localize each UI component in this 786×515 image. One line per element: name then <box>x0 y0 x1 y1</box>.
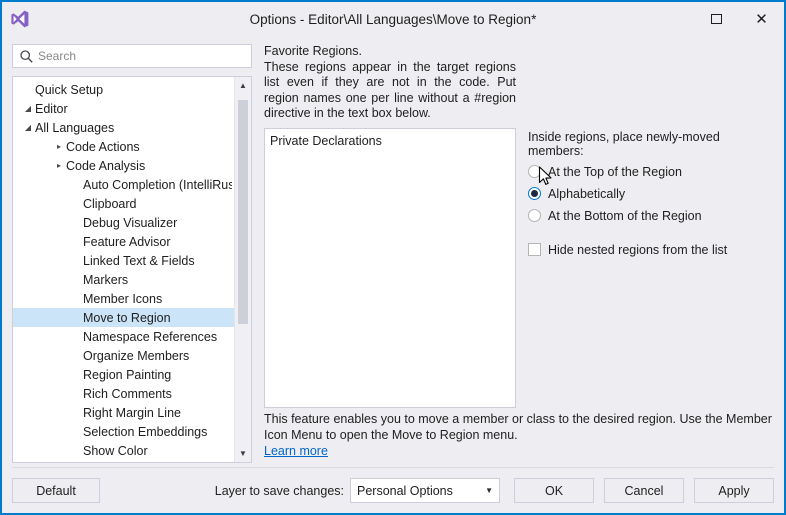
checkbox-icon-hide-nested[interactable] <box>528 243 541 256</box>
tree-item-organize-members[interactable]: Organize Members <box>13 346 234 365</box>
tree-item-linked-text-fields[interactable]: Linked Text & Fields <box>13 251 234 270</box>
expander-expanded-icon[interactable]: ◢ <box>21 123 35 132</box>
dialog-footer: Default Layer to save changes: Personal … <box>12 467 774 513</box>
tree-item-label: Quick Setup <box>35 82 104 97</box>
tree-item-namespace-references[interactable]: Namespace References <box>13 327 234 346</box>
tree-item-code-analysis[interactable]: ▸ Code Analysis <box>13 156 234 175</box>
tree-item-label: Editor <box>35 101 68 116</box>
ok-button[interactable]: OK <box>514 478 594 503</box>
close-button[interactable]: ✕ <box>739 4 784 34</box>
tree-item-label: Feature Advisor <box>83 234 171 249</box>
options-dialog-window: Options - Editor\All Languages\Move to R… <box>0 0 786 515</box>
apply-button[interactable]: Apply <box>694 478 774 503</box>
tree-item-debug-visualizer[interactable]: Debug Visualizer <box>13 213 234 232</box>
favorite-regions-body: These regions appear in the target regio… <box>264 59 516 121</box>
tree-item-label: Namespace References <box>83 329 218 344</box>
favorite-regions-title: Favorite Regions. <box>264 44 362 58</box>
expander-expanded-icon[interactable]: ◢ <box>21 104 35 113</box>
radio-option-alphabetically[interactable]: Alphabetically <box>528 183 774 205</box>
learn-more-link[interactable]: Learn more <box>264 444 328 458</box>
maximize-icon <box>711 14 722 24</box>
layer-select-value: Personal Options <box>357 483 453 498</box>
cancel-button[interactable]: Cancel <box>604 478 684 503</box>
left-pane: Quick Setup◢Editor◢All Languages▸Code Ac… <box>12 44 252 463</box>
layer-label: Layer to save changes: <box>214 483 344 498</box>
tree-item-label: Selection Embeddings <box>83 424 208 439</box>
expander-collapsed-icon[interactable]: ▸ <box>52 142 66 151</box>
tree-item-label: Region Painting <box>83 367 172 382</box>
tree-item-label: Debug Visualizer <box>83 215 178 230</box>
window-controls: ✕ <box>694 2 784 36</box>
scroll-up-button[interactable]: ▲ <box>235 77 251 94</box>
radio-option-bottom[interactable]: At the Bottom of the Region <box>528 205 774 227</box>
tree-item-right-margin-line[interactable]: Right Margin Line <box>13 403 234 422</box>
maximize-button[interactable] <box>694 4 739 34</box>
tree-item-selection-embeddings[interactable]: Selection Embeddings <box>13 422 234 441</box>
tree-item-code-actions[interactable]: ▸ Code Actions <box>13 137 234 156</box>
scroll-down-button[interactable]: ▼ <box>235 445 251 462</box>
tree-item-quick-setup[interactable]: Quick Setup <box>13 80 234 99</box>
layer-select[interactable]: Personal Options ▼ <box>350 478 500 503</box>
visual-studio-logo-icon <box>10 9 30 29</box>
tree-item-label: Organize Members <box>83 348 190 363</box>
tree-item-label: Code Analysis <box>66 158 146 173</box>
search-icon <box>19 49 34 64</box>
tree-item-structural-highlighting[interactable]: Structural Highlighting <box>13 460 234 462</box>
favorite-regions-description: Favorite Regions. These regions appear i… <box>264 44 516 122</box>
placement-options-heading: Inside regions, place newly-moved member… <box>528 129 720 158</box>
options-tree-list[interactable]: Quick Setup ◢ Editor ◢ All Languages ▸ Code Ac… <box>13 77 234 462</box>
tree-item-label: Move to Region <box>83 310 171 325</box>
feature-description-text: This feature enables you to move a membe… <box>264 412 772 442</box>
search-box[interactable] <box>12 44 252 68</box>
chevron-down-icon: ▼ <box>485 485 493 495</box>
tree-item-move-to-region[interactable]: Move to Region <box>13 308 234 327</box>
scrollbar-thumb[interactable] <box>238 100 248 324</box>
expander-collapsed-icon[interactable]: ▸ <box>52 161 66 170</box>
search-input[interactable] <box>38 49 247 63</box>
dialog-body: Quick Setup◢Editor◢All Languages▸Code Ac… <box>2 36 784 463</box>
tree-scrollbar[interactable]: ▲ ▼ <box>234 77 251 462</box>
hide-nested-regions-option[interactable]: Hide nested regions from the list <box>528 239 774 261</box>
tree-item-auto-completion-intellirush[interactable]: Auto Completion (IntelliRush) <box>13 175 234 194</box>
window-title: Options - Editor\All Languages\Move to R… <box>249 11 537 27</box>
scrollbar-track[interactable] <box>235 94 251 445</box>
tree-item-rich-comments[interactable]: Rich Comments <box>13 384 234 403</box>
tree-item-clipboard[interactable]: Clipboard <box>13 194 234 213</box>
radio-label-alphabetically: Alphabetically <box>548 186 626 201</box>
radio-label-bottom: At the Bottom of the Region <box>548 208 702 223</box>
tree-item-label: Right Margin Line <box>83 405 181 420</box>
feature-description: This feature enables you to move a membe… <box>264 411 774 463</box>
radio-icon-top[interactable] <box>528 165 541 178</box>
close-icon: ✕ <box>755 9 768 28</box>
dialog-action-buttons: OK Cancel Apply <box>514 478 774 503</box>
tree-item-label: Rich Comments <box>83 386 172 401</box>
title-bar: Options - Editor\All Languages\Move to R… <box>2 2 784 36</box>
favorite-regions-textarea[interactable] <box>264 127 516 408</box>
tree-item-label: Markers <box>83 272 129 287</box>
tree-item-label: Member Icons <box>83 291 163 306</box>
tree-item-label: Auto Completion (IntelliRush) <box>83 177 232 192</box>
tree-item-markers[interactable]: Markers <box>13 270 234 289</box>
settings-row: Inside regions, place newly-moved member… <box>264 127 774 408</box>
radio-icon-bottom[interactable] <box>528 209 541 222</box>
placement-options: Inside regions, place newly-moved member… <box>528 128 774 406</box>
checkbox-label-hide-nested: Hide nested regions from the list <box>548 242 728 257</box>
options-tree: Quick Setup ◢ Editor ◢ All Languages ▸ Code Ac… <box>12 76 252 463</box>
tree-item-label: All Languages <box>35 120 115 135</box>
tree-item-label: Show Color <box>83 443 148 458</box>
tree-item-member-icons[interactable]: Member Icons <box>13 289 234 308</box>
radio-option-top[interactable]: At the Top of the Region <box>528 161 774 183</box>
radio-label-top: At the Top of the Region <box>548 164 682 179</box>
tree-item-label: Clipboard <box>83 196 137 211</box>
tree-item-editor[interactable]: ◢ Editor <box>13 99 234 118</box>
tree-item-region-painting[interactable]: Region Painting <box>13 365 234 384</box>
tree-item-show-color[interactable]: Show Color <box>13 441 234 460</box>
tree-item-all-languages[interactable]: ◢ All Languages <box>13 118 234 137</box>
right-pane: Favorite Regions. These regions appear i… <box>264 44 774 463</box>
tree-item-label: Linked Text & Fields <box>83 253 195 268</box>
tree-item-label: Code Actions <box>66 139 140 154</box>
tree-item-feature-advisor[interactable]: Feature Advisor <box>13 232 234 251</box>
radio-icon-alphabetically[interactable] <box>528 187 541 200</box>
default-button[interactable]: Default <box>12 478 100 503</box>
